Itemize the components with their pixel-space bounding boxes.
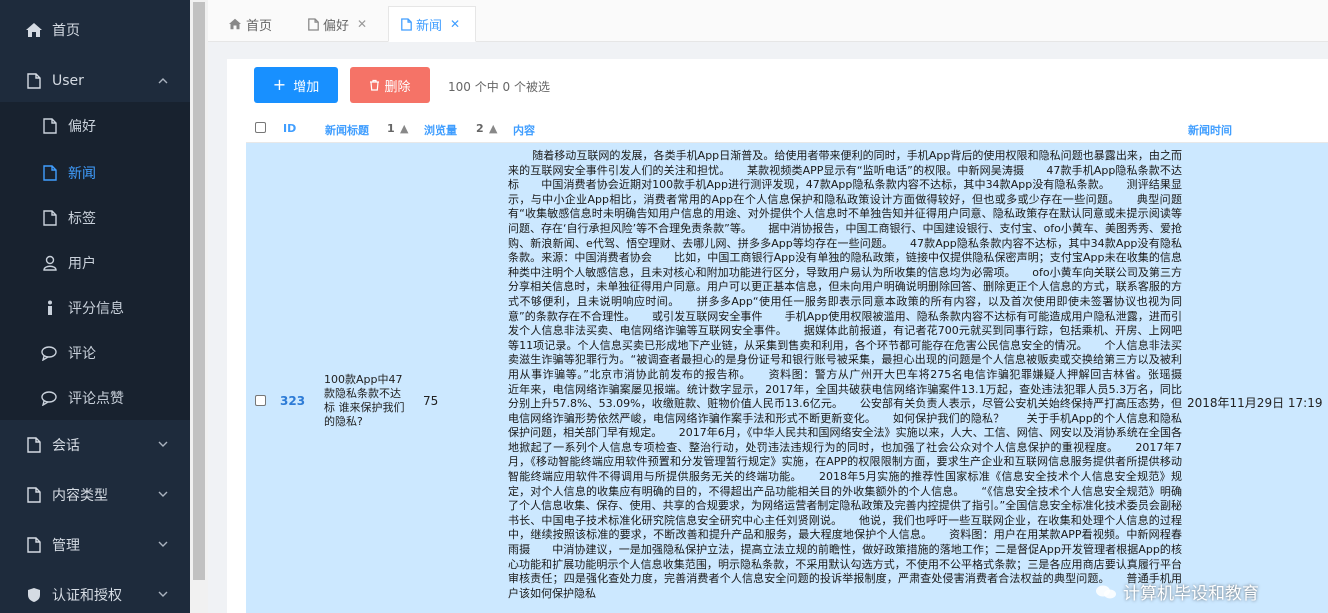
document-icon xyxy=(308,17,319,31)
column-content[interactable]: 内容 xyxy=(513,122,535,138)
user-icon xyxy=(40,253,60,273)
sidebar-item-label: 新闻 xyxy=(68,165,96,182)
row-time: 2018年11月29日 17:19 xyxy=(1187,396,1323,410)
sidebar-item-label: 内容类型 xyxy=(52,488,108,504)
comment-icon xyxy=(40,343,60,363)
watermark: 计算机毕设和教育 xyxy=(1095,579,1259,604)
sort-priority-1: 1 xyxy=(387,122,395,135)
delete-button-label: 删除 xyxy=(384,79,411,95)
sidebar-item-label: 偏好 xyxy=(68,119,96,135)
sidebar-item-label: 认证和授权 xyxy=(52,588,122,604)
document-icon xyxy=(24,71,44,91)
chevron-down-icon xyxy=(158,441,168,447)
table-header: ID 新闻标题 1 ▲ 浏览量 2 ▲ 内容 新闻时间 xyxy=(246,115,1328,143)
add-button-label: 增加 xyxy=(293,79,320,95)
document-icon xyxy=(401,17,412,31)
column-views[interactable]: 浏览量 xyxy=(424,122,457,138)
sidebar-item-admin[interactable]: 管理 xyxy=(0,520,190,570)
sidebar-item-home[interactable]: 首页 xyxy=(0,0,190,60)
tab-bar: 首页 偏好 ✕ 新闻 ✕ xyxy=(208,0,1328,42)
tab-label: 新闻 xyxy=(416,18,443,34)
wechat-icon xyxy=(1096,585,1116,598)
sidebar-item-news[interactable]: 新闻 xyxy=(0,150,190,195)
document-icon xyxy=(24,435,44,455)
sidebar-item-label: User xyxy=(52,73,84,89)
home-icon xyxy=(229,18,241,30)
chevron-down-icon xyxy=(158,491,168,497)
sort-priority-2: 2 xyxy=(476,122,484,135)
tab-preference[interactable]: 偏好 ✕ xyxy=(298,6,377,42)
sidebar-item-user[interactable]: User xyxy=(0,60,190,102)
comment-icon xyxy=(40,388,60,408)
home-icon xyxy=(24,20,44,40)
chevron-down-icon xyxy=(158,541,168,547)
changelist-panel: + 增加 删除 100 个中 0 个被选 ID 新闻标题 1 ▲ 浏览量 2 ▲… xyxy=(227,59,1328,613)
row-views: 75 xyxy=(423,394,439,408)
sidebar-item-users[interactable]: 用户 xyxy=(0,240,190,285)
shield-icon xyxy=(24,585,44,605)
document-icon xyxy=(24,485,44,505)
column-title[interactable]: 新闻标题 xyxy=(325,122,369,138)
sort-asc-icon[interactable]: ▲ xyxy=(400,122,408,135)
column-time[interactable]: 新闻时间 xyxy=(1188,122,1232,138)
select-all-checkbox[interactable] xyxy=(255,122,266,133)
sidebar-submenu-user: 偏好 新闻 标签 用户 评分信息 评论 评论点赞 xyxy=(0,102,190,420)
row-content: 随着移动互联网的发展，各类手机App日渐普及。给使用者带来便利的同时，手机App… xyxy=(508,149,1182,600)
sidebar-item-label: 管理 xyxy=(52,538,80,554)
scrollbar-thumb[interactable] xyxy=(193,2,205,580)
sidebar-item-auth[interactable]: 认证和授权 xyxy=(0,570,190,613)
chevron-up-icon xyxy=(158,78,168,84)
delete-button[interactable]: 删除 xyxy=(350,67,430,103)
sort-asc-icon[interactable]: ▲ xyxy=(489,122,497,135)
document-icon xyxy=(40,116,60,136)
sidebar-item-sessions[interactable]: 会话 xyxy=(0,420,190,470)
sidebar-item-label: 评论 xyxy=(68,345,96,362)
sidebar-item-label: 用户 xyxy=(68,255,96,272)
document-icon xyxy=(40,163,60,183)
tab-label: 偏好 xyxy=(323,18,350,34)
document-icon xyxy=(24,535,44,555)
close-icon[interactable]: ✕ xyxy=(450,17,460,31)
tab-news[interactable]: 新闻 ✕ xyxy=(388,6,476,42)
sidebar: 首页 User 偏好 新闻 标签 用户 评分信息 评论 评论点赞 会话 内容类型… xyxy=(0,0,190,613)
table-row[interactable]: 323 100款App中47款隐私条款不达标 谁来保护我们的隐私? 75 随着移… xyxy=(246,143,1328,613)
row-checkbox[interactable] xyxy=(255,395,266,406)
column-id[interactable]: ID xyxy=(283,122,296,135)
sidebar-item-ratings[interactable]: 评分信息 xyxy=(0,285,190,330)
trash-icon xyxy=(370,79,380,91)
close-icon[interactable]: ✕ xyxy=(357,17,367,31)
row-id-link[interactable]: 323 xyxy=(280,394,305,408)
tab-home[interactable]: 首页 xyxy=(218,6,282,42)
sidebar-item-comments[interactable]: 评论 xyxy=(0,330,190,375)
sidebar-item-label: 评论点赞 xyxy=(68,390,124,407)
sidebar-item-content-types[interactable]: 内容类型 xyxy=(0,470,190,520)
main-content: + 增加 删除 100 个中 0 个被选 ID 新闻标题 1 ▲ 浏览量 2 ▲… xyxy=(208,42,1328,613)
row-title: 100款App中47款隐私条款不达标 谁来保护我们的隐私? xyxy=(324,373,405,428)
watermark-text: 计算机毕设和教育 xyxy=(1123,584,1259,604)
add-button[interactable]: + 增加 xyxy=(254,67,338,103)
selection-count: 100 个中 0 个被选 xyxy=(448,80,550,94)
chevron-down-icon xyxy=(158,591,168,597)
document-icon xyxy=(40,208,60,228)
sidebar-item-label: 标签 xyxy=(68,210,96,227)
sidebar-item-label: 评分信息 xyxy=(68,300,124,317)
sidebar-item-label: 会话 xyxy=(52,438,80,454)
tab-label: 首页 xyxy=(246,18,273,34)
sidebar-item-label: 首页 xyxy=(52,23,80,39)
plus-icon: + xyxy=(272,75,287,94)
sidebar-item-tags[interactable]: 标签 xyxy=(0,195,190,240)
sidebar-item-comment-likes[interactable]: 评论点赞 xyxy=(0,375,190,420)
sidebar-item-preference[interactable]: 偏好 xyxy=(0,102,190,150)
info-icon xyxy=(40,298,60,318)
